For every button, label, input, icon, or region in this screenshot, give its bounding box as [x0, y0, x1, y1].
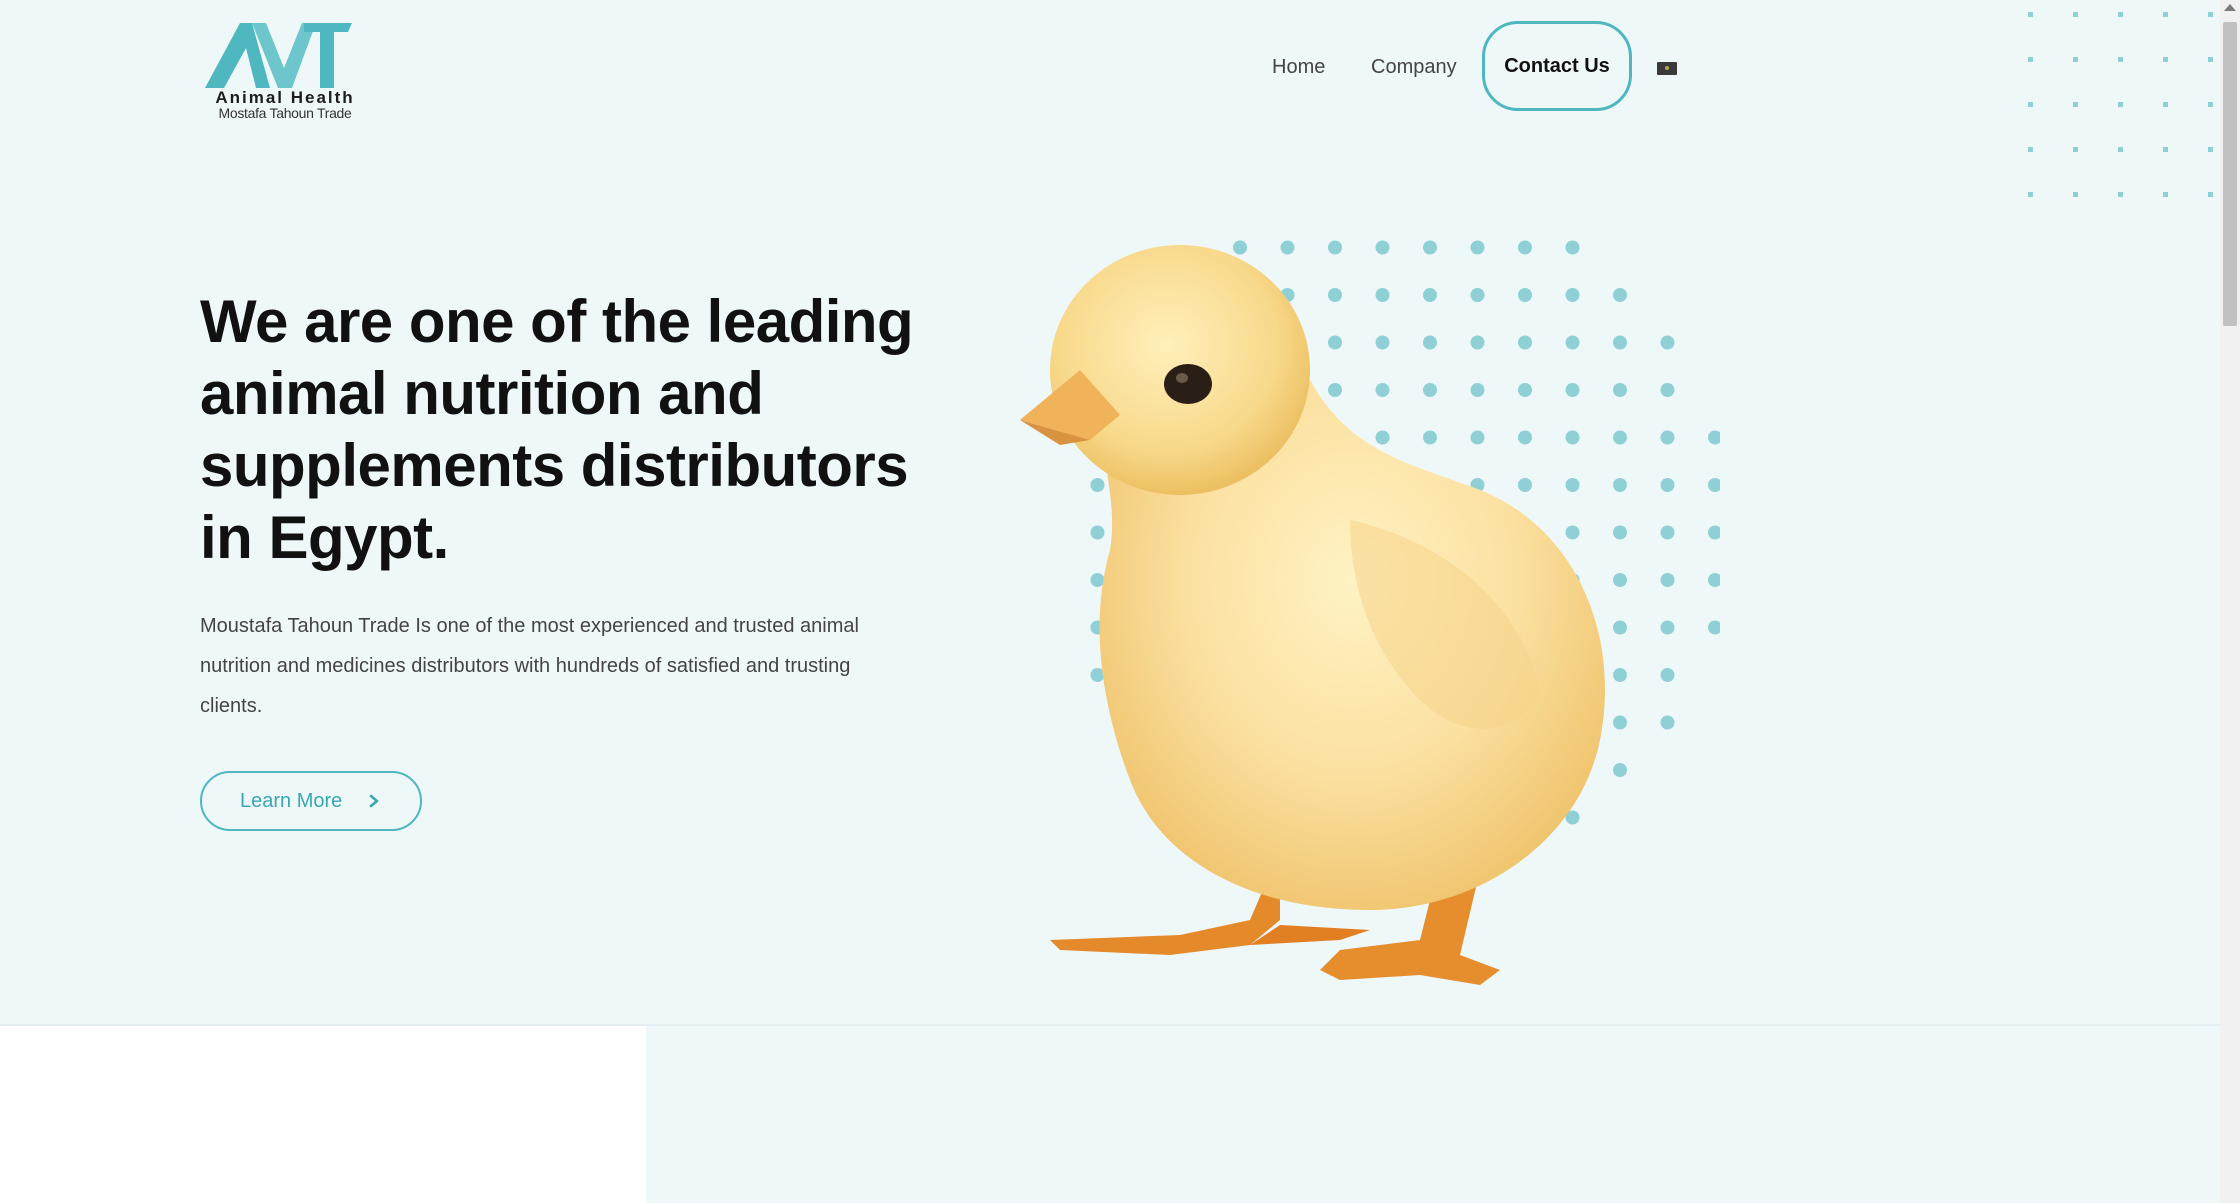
decorative-dot [2118, 57, 2123, 62]
hero-section: Animal Health Mostafa Tahoun Trade Home … [0, 0, 2220, 1024]
decorative-dot [2208, 12, 2213, 17]
decorative-dots-top [2028, 12, 2213, 197]
hero-headline: We are one of the leading animal nutriti… [200, 288, 914, 571]
decorative-dot [1708, 478, 1720, 492]
nav-company-link[interactable]: Company [1371, 56, 1457, 79]
lower-section-right [646, 1024, 2220, 1203]
decorative-dot [2208, 102, 2213, 107]
contact-us-button[interactable]: Contact Us [1482, 21, 1632, 111]
chick-image [1020, 245, 1605, 985]
decorative-dot [2208, 192, 2213, 197]
scrollbar[interactable] [2220, 0, 2240, 1203]
learn-more-button[interactable]: Learn More [200, 771, 422, 831]
decorative-dot [1708, 525, 1720, 540]
logo-subtitle: Mostafa Tahoun Trade [218, 105, 352, 121]
logo[interactable]: Animal Health Mostafa Tahoun Trade [200, 18, 360, 121]
contact-us-label: Contact Us [1504, 54, 1610, 77]
decorative-dot [2208, 57, 2213, 62]
lower-section-left [0, 1024, 646, 1203]
hero-description: Moustafa Tahoun Trade Is one of the most… [200, 615, 859, 717]
logo-mark-icon [205, 23, 352, 88]
decorative-dot [2118, 102, 2123, 107]
decorative-dot [2073, 192, 2078, 197]
decorative-dot [2028, 192, 2033, 197]
decorative-dot [2163, 102, 2168, 107]
nav-home-link[interactable]: Home [1272, 56, 1325, 79]
decorative-dot [2073, 57, 2078, 62]
decorative-dot [2028, 147, 2033, 152]
decorative-dot [1708, 573, 1720, 587]
decorative-dot [2073, 102, 2078, 107]
section-divider [0, 1024, 2220, 1026]
flag-icon[interactable] [1657, 62, 1677, 75]
page: Animal Health Mostafa Tahoun Trade Home … [0, 0, 2240, 1203]
scrollbar-thumb[interactable] [2223, 22, 2237, 326]
learn-more-label: Learn More [240, 790, 343, 812]
decorative-dot [2163, 57, 2168, 62]
decorative-dot [2028, 12, 2033, 17]
decorative-dot [1708, 430, 1720, 445]
decorative-dot [2073, 12, 2078, 17]
decorative-dot [2073, 147, 2078, 152]
decorative-dot [2028, 57, 2033, 62]
decorative-dot [2118, 147, 2123, 152]
decorative-dot [2028, 102, 2033, 107]
scroll-up-arrow-icon[interactable] [2224, 4, 2236, 11]
decorative-dot [2163, 12, 2168, 17]
decorative-dot [1708, 620, 1720, 635]
decorative-dot [2163, 147, 2168, 152]
chevron-right-icon [369, 794, 379, 808]
decorative-dot [2208, 147, 2213, 152]
decorative-dot [2163, 192, 2168, 197]
decorative-dot [2118, 192, 2123, 197]
decorative-dot [2118, 12, 2123, 17]
